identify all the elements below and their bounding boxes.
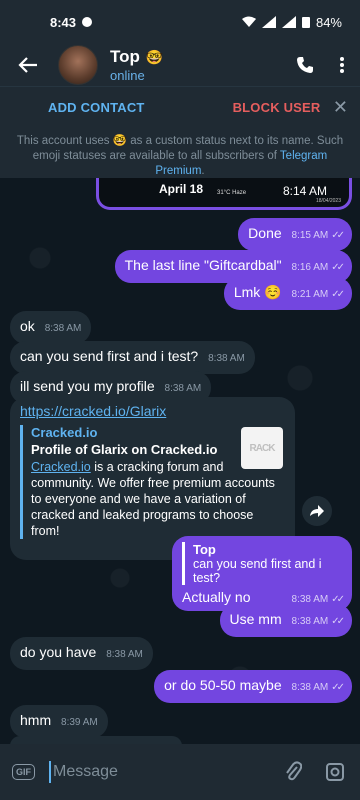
double-check-icon: ✓✓: [331, 262, 345, 273]
back-button[interactable]: [14, 51, 42, 79]
avatar[interactable]: [58, 45, 98, 85]
message-time: 8:38 AM: [44, 323, 82, 334]
status-time: 8:43: [50, 14, 77, 30]
reply-quote-name: Top: [193, 542, 216, 557]
message-text: or do 50-50 maybe: [164, 677, 282, 693]
message-time: 8:38 AM: [291, 682, 329, 693]
notification-icon: [82, 17, 93, 27]
notice-text: This account uses: [16, 135, 113, 147]
message-text: can you send first and i test?: [20, 348, 199, 364]
message-text: do you have: [20, 644, 97, 660]
text-cursor: [49, 761, 51, 783]
message-time: 8:21 AM: [291, 289, 329, 300]
photo-clock: 8:14 AM: [282, 184, 327, 198]
photo-weather: 31°C Haze: [217, 190, 247, 196]
action-bar: ADD CONTACT BLOCK USER ✕: [0, 86, 360, 128]
status-icons: 84%: [241, 14, 342, 30]
emoji-status-icon-small: 🤓: [112, 135, 128, 147]
photo-date-small: 18/04/2023: [315, 198, 341, 204]
message-text: Actually no: [182, 589, 251, 605]
message-time: 8:15 AM: [291, 230, 329, 241]
emoji-status-icon[interactable]: 🤓: [146, 49, 163, 66]
signal-icon: [261, 16, 276, 28]
add-contact-button[interactable]: ADD CONTACT: [48, 100, 145, 115]
message-bubble[interactable]: or do 50-50 maybe 8:38 AM ✓✓: [154, 670, 352, 703]
photo-date: April 18: [159, 182, 204, 196]
message-text: hmm: [20, 712, 52, 728]
message-text: ok: [20, 318, 35, 334]
message-text: Lmk ☺️: [233, 284, 282, 300]
double-check-icon: ✓✓: [331, 230, 345, 241]
status-bar: 8:43 84%: [0, 0, 360, 44]
double-check-icon: ✓✓: [331, 616, 345, 627]
share-button[interactable]: [302, 496, 332, 526]
chat-header: Top 🤓 online: [0, 44, 360, 86]
message-text: ill send you my profile: [20, 378, 155, 394]
message-link[interactable]: https://cracked.io/Glarix: [20, 403, 285, 419]
battery-icon: [301, 17, 310, 28]
share-arrow-icon: [310, 505, 324, 517]
reply-quote-text: can you send first and i test?: [193, 557, 322, 585]
chat-area[interactable]: April 18 31°C Haze 8:14 AM 18/04/2023 Do…: [0, 178, 360, 744]
message-bubble[interactable]: hmm 8:39 AM: [10, 705, 108, 738]
preview-desc-link[interactable]: Cracked.io: [31, 460, 91, 474]
message-bubble[interactable]: Lmk ☺️ 8:21 AM ✓✓: [223, 277, 352, 310]
chat-subtitle: online: [110, 68, 145, 83]
message-time: 8:16 AM: [291, 262, 329, 273]
photo-message[interactable]: April 18 31°C Haze 8:14 AM 18/04/2023: [96, 178, 352, 210]
message-time: 8:39 AM: [61, 717, 98, 728]
message-bubble[interactable]: can you send first and i test? 8:38 AM: [10, 341, 255, 374]
signal-icon-2: [281, 16, 296, 28]
input-bar: GIF Message: [0, 744, 360, 800]
reply-message[interactable]: Top can you send first and i test? Actua…: [172, 536, 352, 611]
more-vert-icon[interactable]: [340, 56, 344, 74]
message-time: 8:38 AM: [291, 616, 329, 627]
message-text: The last line "Giftcardbal": [124, 257, 282, 273]
phone-icon[interactable]: [296, 56, 314, 74]
message-input[interactable]: Message: [53, 763, 118, 781]
message-bubble[interactable]: Use mm 8:38 AM ✓✓: [219, 604, 352, 637]
message-bubble[interactable]: ok 8:38 AM: [10, 311, 92, 344]
close-icon[interactable]: ✕: [333, 97, 348, 118]
message-bubble-partial[interactable]: [10, 736, 182, 744]
premium-notice: This account uses 🤓 as a custom status n…: [0, 128, 360, 178]
block-user-button[interactable]: BLOCK USER: [233, 100, 321, 115]
preview-thumbnail: RACK: [241, 427, 283, 469]
preview-description: Cracked.io is a cracking forum and commu…: [31, 459, 285, 539]
message-time: 8:38 AM: [106, 649, 143, 660]
wifi-icon: [241, 16, 256, 27]
double-check-icon: ✓✓: [331, 289, 345, 300]
link-preview[interactable]: Cracked.io Profile of Glarix on Cracked.…: [20, 425, 285, 539]
gif-button[interactable]: GIF: [12, 764, 35, 780]
battery-level: 84%: [315, 14, 342, 30]
double-check-icon: ✓✓: [331, 682, 345, 693]
notice-text-end: .: [201, 165, 205, 177]
attach-icon[interactable]: [284, 761, 302, 783]
message-text: Use mm: [229, 611, 282, 627]
message-text: Done: [248, 225, 282, 241]
reply-quote[interactable]: Top can you send first and i test?: [182, 542, 342, 585]
message-bubble[interactable]: do you have 8:38 AM: [10, 637, 153, 670]
chat-title-block[interactable]: Top 🤓 online: [110, 47, 163, 83]
arrow-left-icon: [18, 57, 37, 73]
chat-title: Top: [110, 47, 140, 66]
message-bubble[interactable]: Done 8:15 AM ✓✓: [238, 218, 352, 251]
camera-icon[interactable]: [326, 763, 344, 781]
message-time: 8:38 AM: [208, 353, 245, 364]
message-time: 8:38 AM: [164, 383, 202, 394]
